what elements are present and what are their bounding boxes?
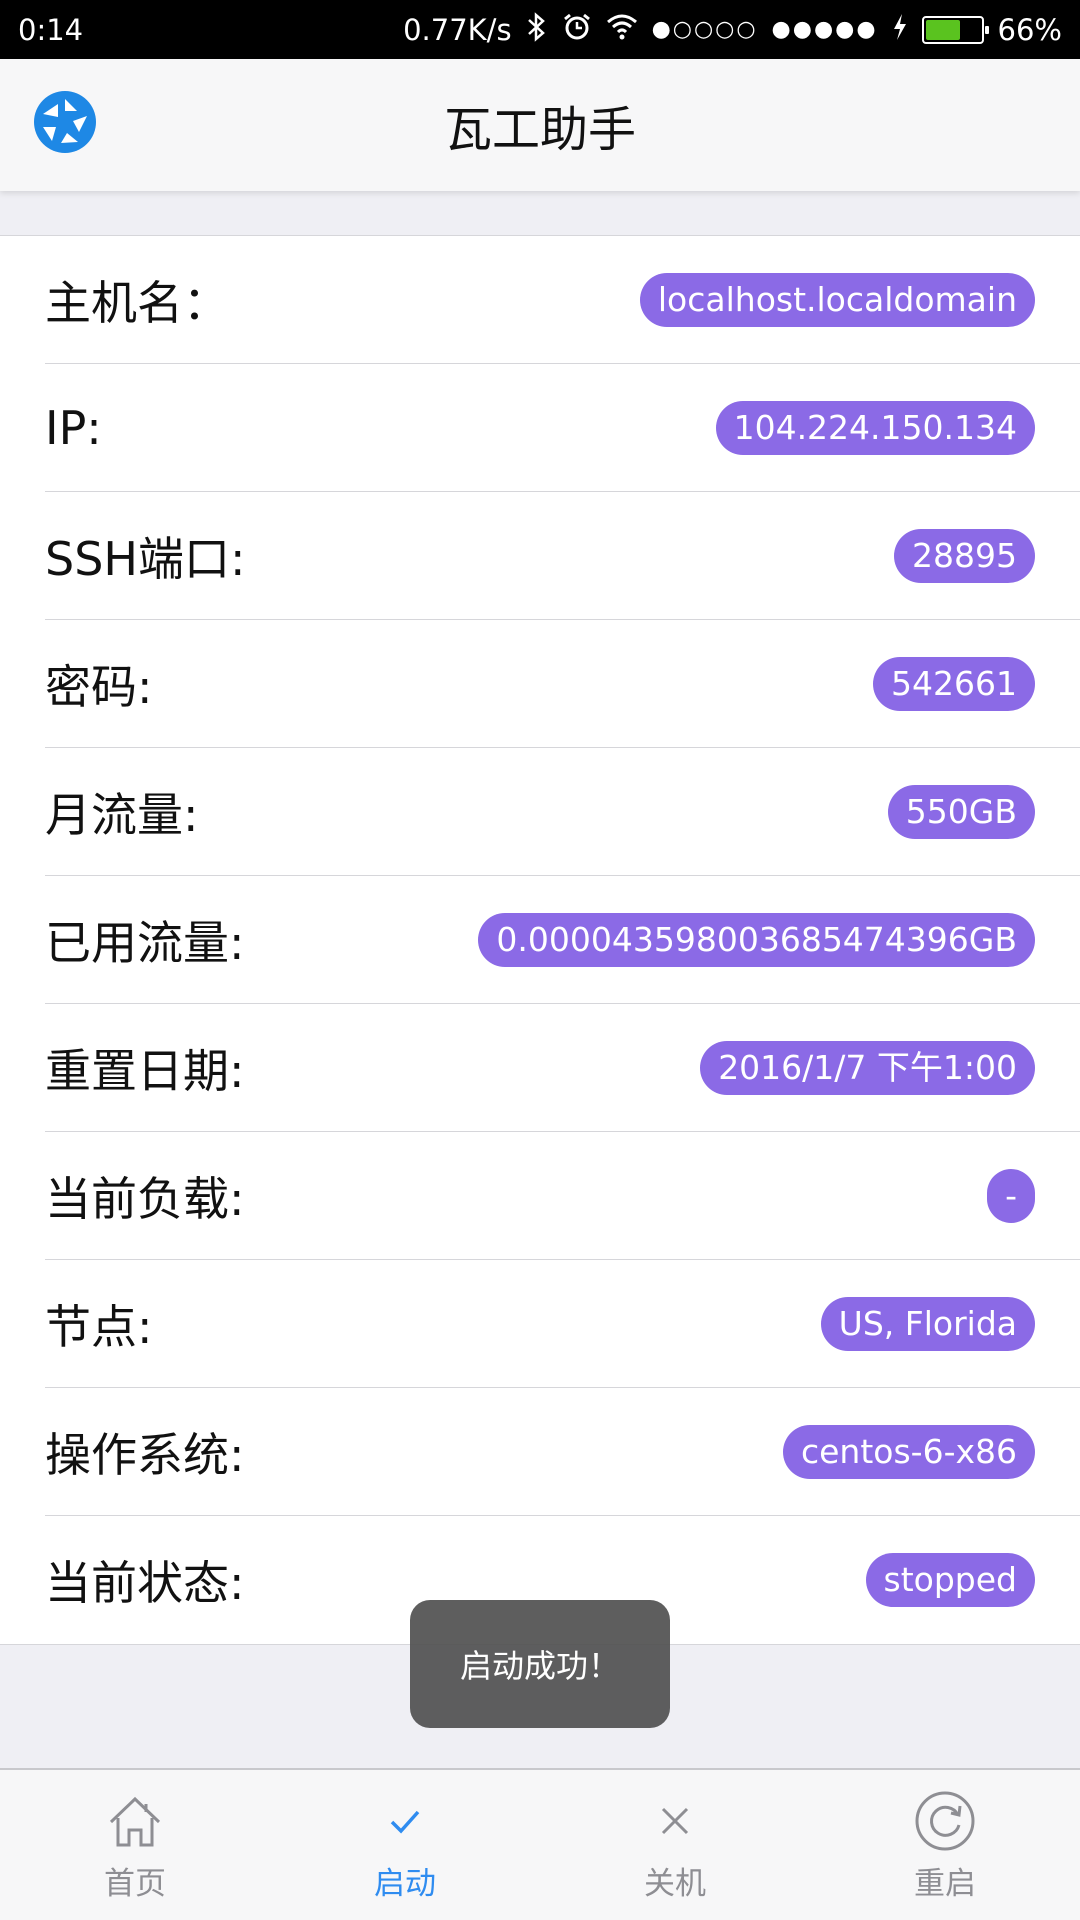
close-icon	[644, 1790, 706, 1852]
tab-start[interactable]: 启动	[270, 1770, 540, 1920]
info-row-label: 操作系统:	[45, 1427, 245, 1482]
info-row-label: 当前状态:	[45, 1556, 245, 1610]
tab-shutdown[interactable]: 关机	[540, 1770, 810, 1920]
signal-strength-2: ●●●●●	[771, 17, 878, 42]
info-row-label: IP:	[45, 400, 102, 455]
info-row: 操作系统: centos-6-x86	[45, 1388, 1080, 1516]
info-row: 重置日期: 2016/1/7 下午1:00	[45, 1004, 1080, 1132]
tab-bar: 首页 启动 关机 重启	[0, 1768, 1080, 1920]
tab-restart-label: 重启	[914, 1866, 976, 1902]
network-speed: 0.77K/s	[403, 12, 512, 47]
wifi-icon	[606, 14, 638, 45]
tab-shutdown-label: 关机	[644, 1866, 706, 1902]
tab-restart[interactable]: 重启	[810, 1770, 1080, 1920]
home-icon	[104, 1790, 166, 1852]
info-row: 密码: 542661	[45, 620, 1080, 748]
battery-percent: 66%	[997, 12, 1062, 47]
info-row-label: 月流量:	[45, 787, 199, 842]
info-row-value-badge: localhost.localdomain	[639, 272, 1035, 327]
info-row-value-badge: 28895	[894, 528, 1035, 583]
info-row-label: 当前负载:	[45, 1171, 245, 1226]
info-row: 主机名： localhost.localdomain	[45, 236, 1080, 364]
server-info-list: 主机名： localhost.localdomain IP: 104.224.150.…	[0, 235, 1080, 1645]
info-row: SSH端口: 28895	[45, 492, 1080, 620]
page-title: 瓦工助手	[443, 102, 636, 158]
refresh-icon	[914, 1790, 976, 1852]
info-row-value-badge: 104.224.150.134	[715, 400, 1035, 455]
checkmark-icon	[374, 1790, 436, 1852]
info-row-value-badge: 542661	[873, 656, 1035, 711]
tab-home-label: 首页	[104, 1866, 166, 1902]
battery-icon	[921, 15, 989, 44]
tab-start-label: 启动	[374, 1866, 436, 1902]
info-row-label: SSH端口:	[45, 531, 246, 586]
info-row-label: 主机名：	[45, 275, 229, 330]
aperture-logo-icon[interactable]	[32, 89, 98, 155]
info-row-value-badge: stopped	[865, 1553, 1035, 1607]
toast-message: 启动成功！	[410, 1600, 670, 1728]
info-row-label: 重置日期:	[45, 1043, 245, 1098]
tab-home[interactable]: 首页	[0, 1770, 270, 1920]
info-row: 月流量: 550GB	[45, 748, 1080, 876]
app-screen: 0:14 0.77K/s ●○○○○ ●●●●● 66% 瓦工助手 主机名： l…	[0, 0, 1080, 1920]
status-time: 0:14	[18, 12, 84, 47]
status-bar: 0:14 0.77K/s ●○○○○ ●●●●● 66%	[0, 0, 1080, 59]
info-row-value-badge: -	[987, 1168, 1035, 1223]
info-row: 当前负载: -	[45, 1132, 1080, 1260]
info-row: 已用流量: 0.000043598003685474396GB	[45, 876, 1080, 1004]
info-row-value-badge: 550GB	[887, 784, 1035, 839]
bluetooth-icon	[526, 12, 548, 47]
info-row-value-badge: 2016/1/7 下午1:00	[700, 1040, 1035, 1095]
info-row-label: 节点:	[45, 1299, 153, 1354]
info-row-label: 密码:	[45, 659, 153, 714]
charging-icon	[892, 13, 908, 46]
info-row: 节点: US, Florida	[45, 1260, 1080, 1388]
info-row-value-badge: centos-6-x86	[782, 1424, 1035, 1479]
status-icons: 0.77K/s ●○○○○ ●●●●● 66%	[403, 12, 1062, 47]
info-row: IP: 104.224.150.134	[45, 364, 1080, 492]
alarm-icon	[562, 12, 592, 47]
info-row-value-badge: US, Florida	[820, 1296, 1035, 1351]
nav-bar: 瓦工助手	[0, 59, 1080, 191]
info-row-value-badge: 0.000043598003685474396GB	[478, 912, 1035, 967]
battery-level	[925, 19, 960, 40]
info-row-label: 已用流量:	[45, 915, 245, 970]
signal-strength-1: ●○○○○	[651, 17, 758, 42]
